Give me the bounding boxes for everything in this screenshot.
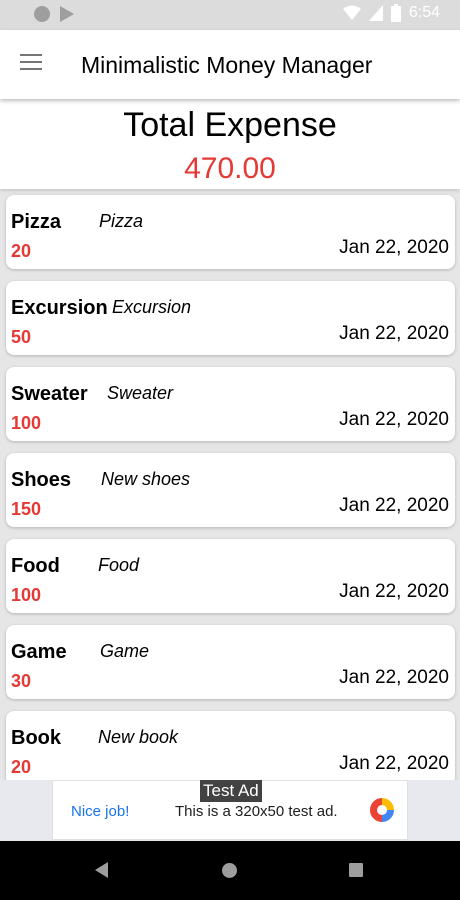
expense-card[interactable]: Sweater Sweater 100 Jan 22, 2020 xyxy=(6,367,455,441)
expense-amount: 100 xyxy=(11,413,42,433)
battery-icon xyxy=(390,4,401,22)
app-title: Minimalistic Money Manager xyxy=(81,52,373,78)
expense-card[interactable]: Excursion Excursion 50 Jan 22, 2020 xyxy=(6,281,455,355)
expense-name: Book xyxy=(11,727,61,749)
expense-note: Excursion xyxy=(112,297,192,317)
expense-card[interactable]: Pizza Pizza 20 Jan 22, 2020 xyxy=(6,195,455,269)
expense-date: Jan 22, 2020 xyxy=(339,323,449,344)
expense-amount: 20 xyxy=(11,757,32,777)
total-expense-value: 470.00 xyxy=(184,152,276,185)
expense-name: Excursion xyxy=(11,297,108,319)
total-expense-summary: Total Expense 470.00 xyxy=(0,99,460,189)
expense-date: Jan 22, 2020 xyxy=(339,753,449,774)
test-ad-badge: Test Ad xyxy=(200,780,262,802)
expense-amount: 100 xyxy=(11,585,42,605)
expense-date: Jan 22, 2020 xyxy=(339,581,449,602)
system-nav-bar xyxy=(0,841,460,900)
status-system: 6:54 xyxy=(342,4,440,22)
status-bar: 6:54 xyxy=(0,0,460,30)
expense-note: New shoes xyxy=(101,469,191,489)
expense-amount: 20 xyxy=(11,241,32,261)
expense-amount: 150 xyxy=(11,499,42,519)
expense-note: Game xyxy=(100,641,150,661)
back-icon[interactable] xyxy=(95,862,108,878)
total-expense-label: Total Expense xyxy=(123,106,337,144)
status-notifications xyxy=(34,6,74,22)
expense-name: Shoes xyxy=(11,469,72,491)
wifi-icon xyxy=(342,5,361,20)
status-time: 6:54 xyxy=(408,4,440,21)
ad-text: This is a 320x50 test ad. xyxy=(175,803,338,820)
expense-name: Pizza xyxy=(11,211,62,233)
ad-cta-link[interactable]: Nice job! xyxy=(71,803,129,820)
expense-card[interactable]: Book New book 20 Jan 22, 2020 xyxy=(6,711,455,780)
expense-note: Sweater xyxy=(107,383,174,403)
expense-note: Food xyxy=(98,555,140,575)
cell-signal-icon xyxy=(368,5,383,21)
expense-amount: 50 xyxy=(11,327,32,347)
expense-amount: 30 xyxy=(11,671,32,691)
expense-list[interactable]: Pizza Pizza 20 Jan 22, 2020 Excursion Ex… xyxy=(0,190,460,780)
expense-date: Jan 22, 2020 xyxy=(339,409,449,430)
menu-icon[interactable] xyxy=(20,54,42,72)
expense-name: Game xyxy=(11,641,67,663)
home-icon[interactable] xyxy=(222,863,237,878)
expense-card[interactable]: Shoes New shoes 150 Jan 22, 2020 xyxy=(6,453,455,527)
expense-card[interactable]: Food Food 100 Jan 22, 2020 xyxy=(6,539,455,613)
expense-card[interactable]: Game Game 30 Jan 22, 2020 xyxy=(6,625,455,699)
expense-note: Pizza xyxy=(99,211,144,231)
expense-date: Jan 22, 2020 xyxy=(339,495,449,516)
notification-circle-icon xyxy=(34,6,50,22)
expense-name: Sweater xyxy=(11,383,88,405)
recent-apps-icon[interactable] xyxy=(349,863,363,877)
expense-date: Jan 22, 2020 xyxy=(339,237,449,258)
expense-date: Jan 22, 2020 xyxy=(339,667,449,688)
app-bar: Minimalistic Money Manager xyxy=(0,30,460,99)
play-store-icon xyxy=(60,6,74,22)
expense-name: Food xyxy=(11,555,60,577)
expense-note: New book xyxy=(98,727,179,747)
ad-logo-icon xyxy=(370,798,394,822)
